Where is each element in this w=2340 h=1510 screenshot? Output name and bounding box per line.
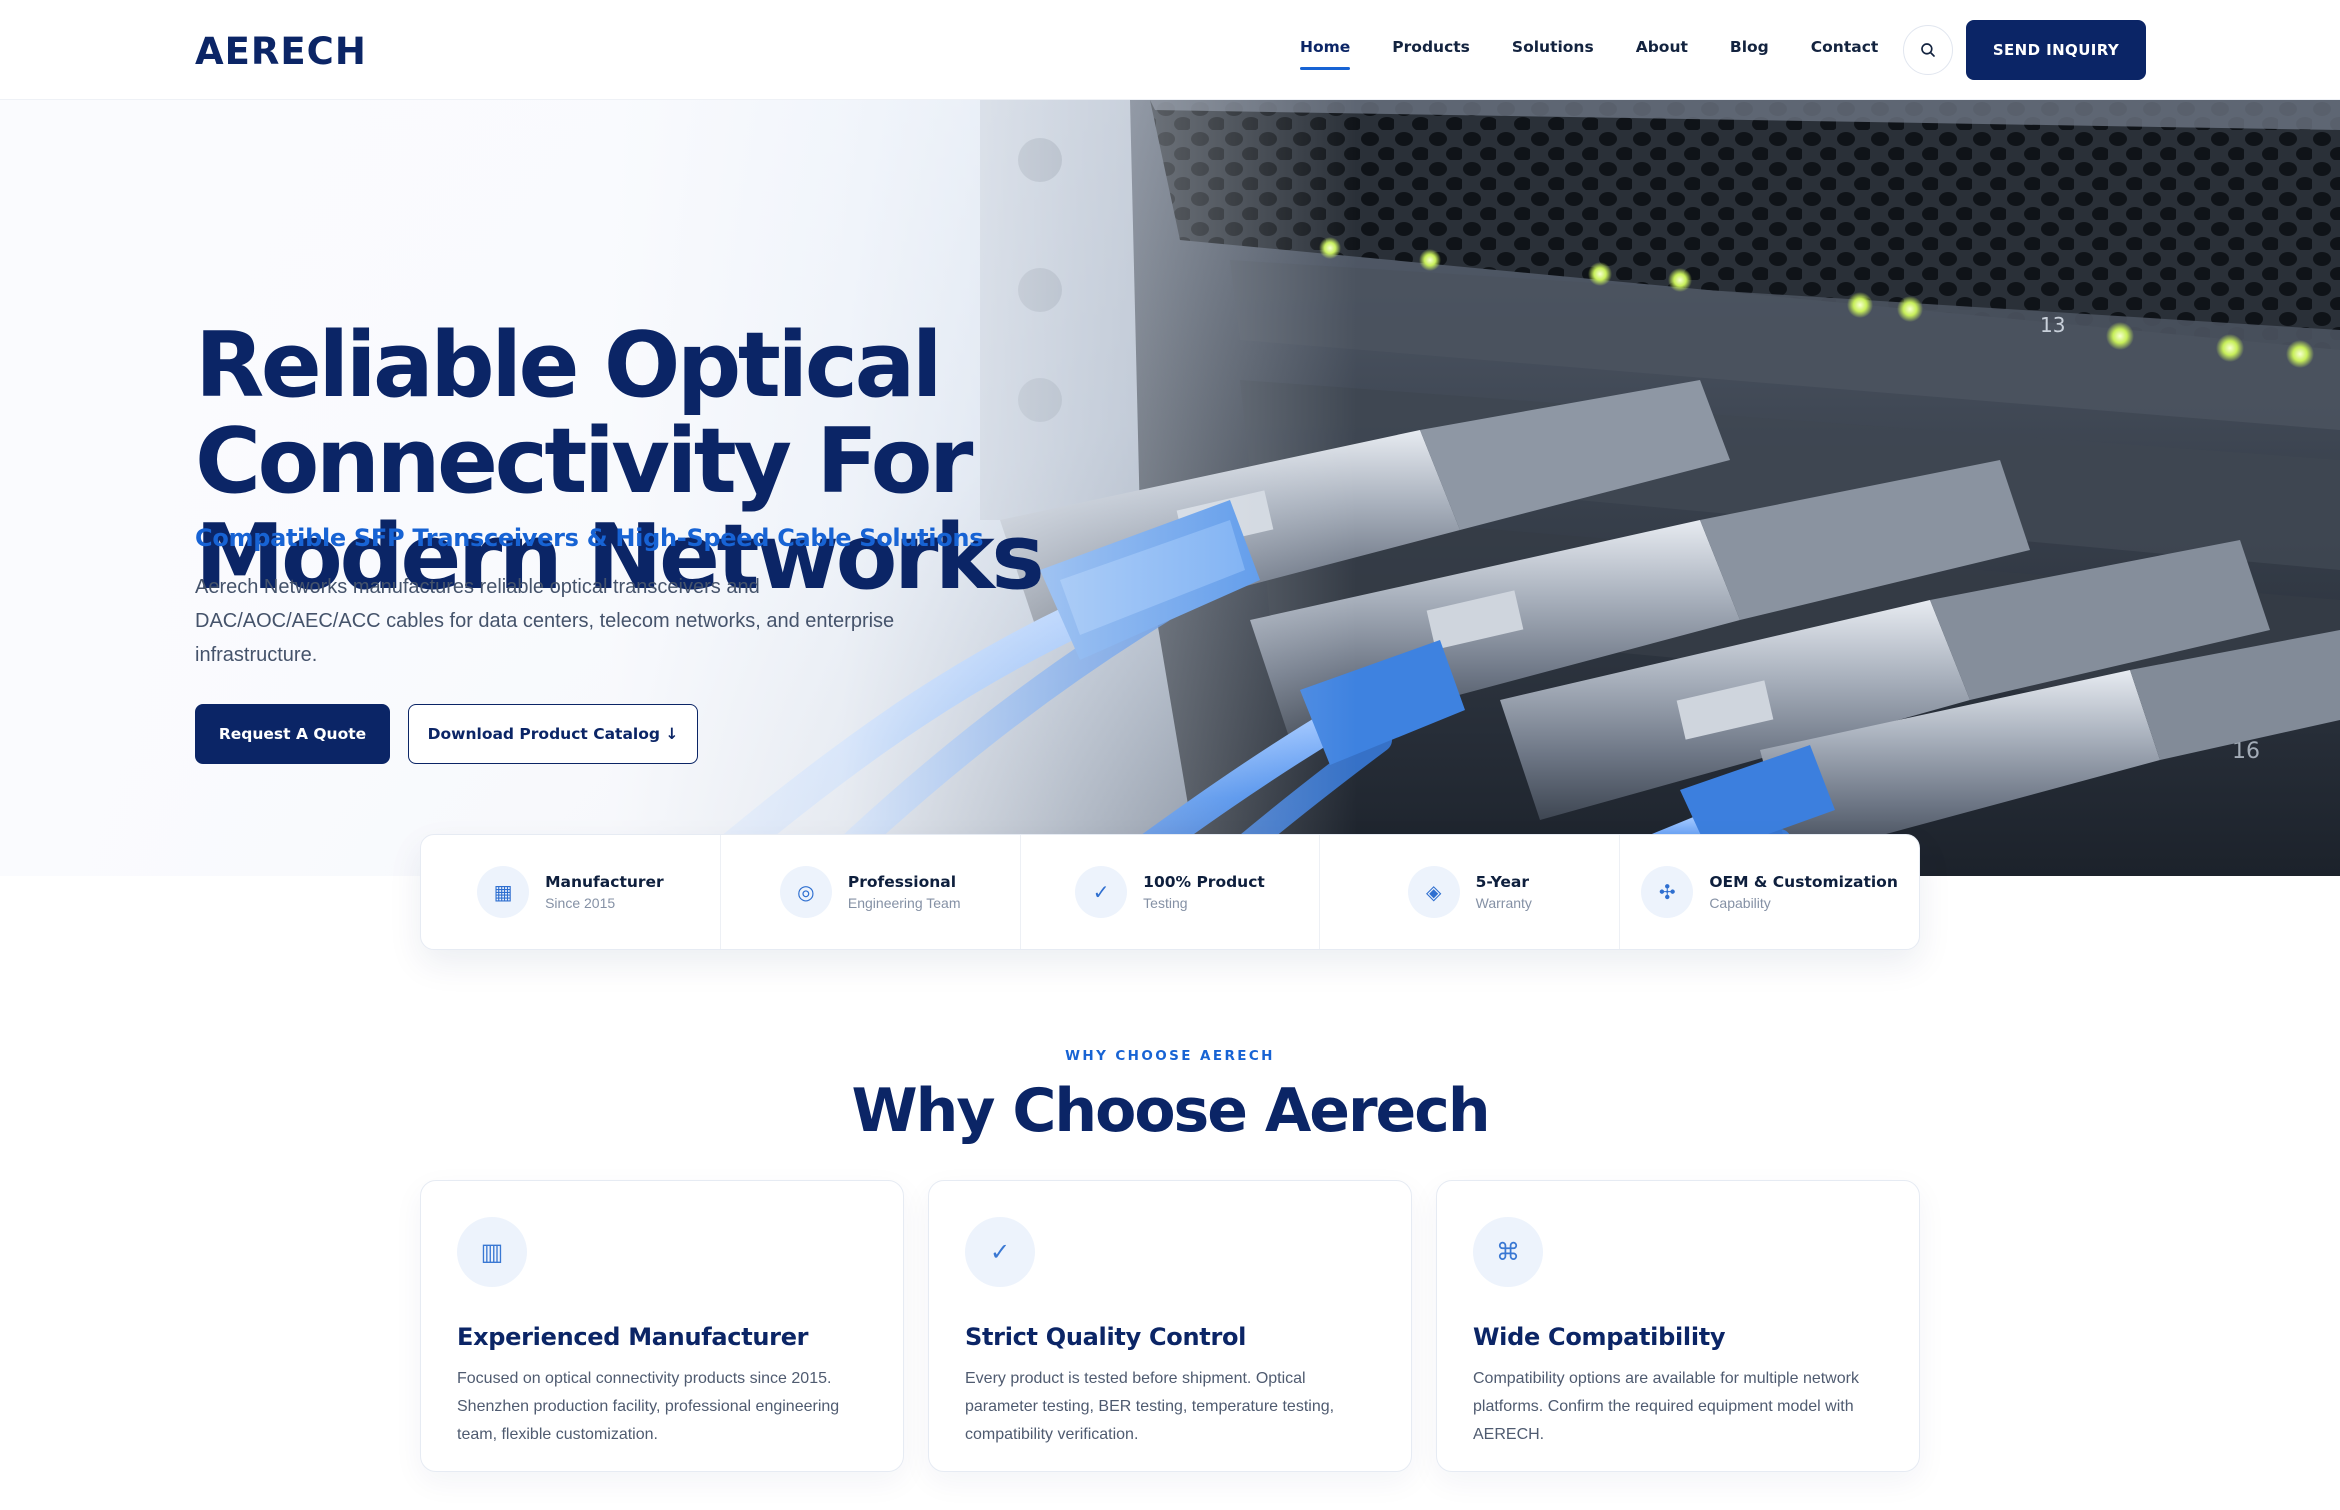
customize-icon: ✣ bbox=[1641, 866, 1694, 918]
send-inquiry-button[interactable]: SEND INQUIRY bbox=[1966, 20, 2146, 80]
card-text: Every product is tested before shipment.… bbox=[965, 1370, 1335, 1443]
building-icon: ▦ bbox=[477, 866, 530, 918]
card-title: Strict Quality Control bbox=[965, 1323, 1247, 1351]
shield-icon: ◈ bbox=[1407, 866, 1460, 918]
feature-subtitle: Warranty bbox=[1475, 895, 1532, 911]
request-quote-button[interactable]: Request A Quote bbox=[195, 704, 390, 764]
feature-testing: ✓ 100% Product Testing bbox=[1021, 835, 1321, 949]
checkmark-icon: ✓ bbox=[965, 1217, 1035, 1287]
feature-warranty: ◈ 5-Year Warranty bbox=[1320, 835, 1621, 949]
card-text: Focused on optical connectivity products… bbox=[457, 1370, 840, 1443]
nav-blog[interactable]: Blog bbox=[1730, 38, 1769, 56]
card-title: Experienced Manufacturer bbox=[457, 1323, 809, 1351]
hero-subtitle: Compatible SFP Transceivers & High-Speed… bbox=[195, 524, 984, 552]
feature-manufacturer: ▦ Manufacturer Since 2015 bbox=[421, 835, 721, 949]
feature-strip: ▦ Manufacturer Since 2015 ◎ Professional E… bbox=[420, 834, 1920, 950]
section-eyebrow: WHY CHOOSE AERECH bbox=[1065, 1048, 1275, 1064]
hero-description: Aerech Networks manufactures reliable op… bbox=[195, 576, 895, 666]
logo[interactable]: AERECH bbox=[195, 30, 367, 73]
compatibility-icon: ⌘ bbox=[1473, 1217, 1543, 1287]
nav-home[interactable]: Home bbox=[1300, 38, 1351, 70]
hero-title: Reliable Optical Connectivity For Modern… bbox=[195, 318, 1095, 606]
feature-title: 5-Year bbox=[1475, 873, 1529, 891]
nav-solutions[interactable]: Solutions bbox=[1512, 38, 1594, 56]
feature-title: Professional bbox=[847, 873, 957, 891]
why-cards: ▥ Experienced Manufacturer Focused on op… bbox=[420, 1180, 1920, 1472]
feature-title: OEM & Customization bbox=[1709, 873, 1898, 891]
feature-subtitle: Engineering Team bbox=[847, 895, 961, 911]
feature-subtitle: Testing bbox=[1143, 895, 1188, 911]
nav-about[interactable]: About bbox=[1636, 38, 1688, 56]
search-icon bbox=[1921, 43, 1935, 57]
card-experienced-manufacturer: ▥ Experienced Manufacturer Focused on op… bbox=[420, 1180, 904, 1472]
card-title: Wide Compatibility bbox=[1473, 1323, 1726, 1351]
card-wide-compatibility: ⌘ Wide Compatibility Compatibility optio… bbox=[1436, 1180, 1920, 1472]
feature-title: 100% Product bbox=[1143, 873, 1265, 891]
nav-products[interactable]: Products bbox=[1392, 38, 1470, 56]
hero-title-line-2: Connectivity For bbox=[195, 409, 973, 514]
check-icon: ✓ bbox=[1075, 866, 1128, 918]
main-nav: Home Products Solutions About Blog Conta… bbox=[1300, 38, 1920, 70]
site-header: AERECH Home Products Solutions About Blo… bbox=[0, 0, 2340, 100]
search-button[interactable] bbox=[1903, 25, 1953, 75]
feature-subtitle: Since 2015 bbox=[545, 895, 616, 911]
hero-title-line-1: Reliable Optical bbox=[195, 313, 943, 418]
engineering-icon: ◎ bbox=[779, 866, 832, 918]
nav-contact[interactable]: Contact bbox=[1811, 38, 1879, 56]
download-catalog-button[interactable]: Download Product Catalog ↓ bbox=[408, 704, 698, 764]
feature-title: Manufacturer bbox=[545, 873, 664, 891]
section-title: Why Choose Aerech bbox=[851, 1076, 1490, 1146]
feature-oem: ✣ OEM & Customization Capability bbox=[1620, 835, 1919, 949]
feature-engineering: ◎ Professional Engineering Team bbox=[721, 835, 1021, 949]
card-text: Compatibility options are available for … bbox=[1473, 1370, 1859, 1443]
feature-subtitle: Capability bbox=[1709, 895, 1771, 911]
factory-icon: ▥ bbox=[457, 1217, 527, 1287]
card-quality-control: ✓ Strict Quality Control Every product i… bbox=[928, 1180, 1412, 1472]
